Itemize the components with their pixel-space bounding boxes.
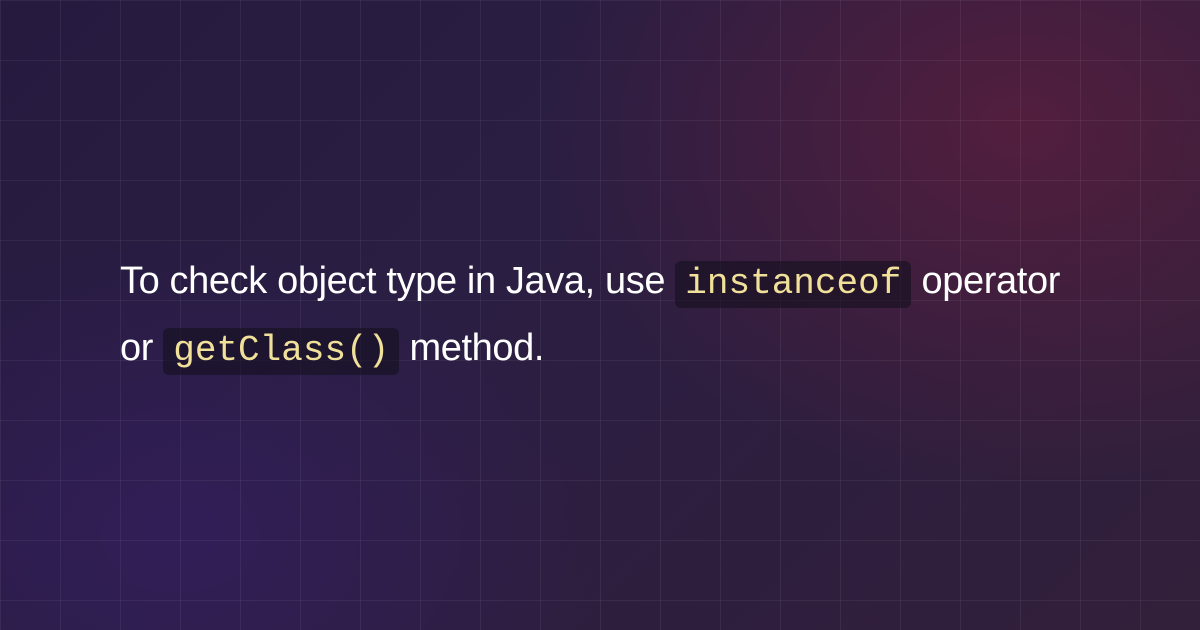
text-segment-3: method.	[399, 327, 544, 369]
code-getclass: getClass()	[163, 328, 399, 375]
text-segment-1: To check object type in Java, use	[120, 260, 675, 302]
code-instanceof: instanceof	[675, 261, 911, 308]
content-container: To check object type in Java, use instan…	[0, 0, 1200, 630]
main-text: To check object type in Java, use instan…	[120, 248, 1080, 382]
